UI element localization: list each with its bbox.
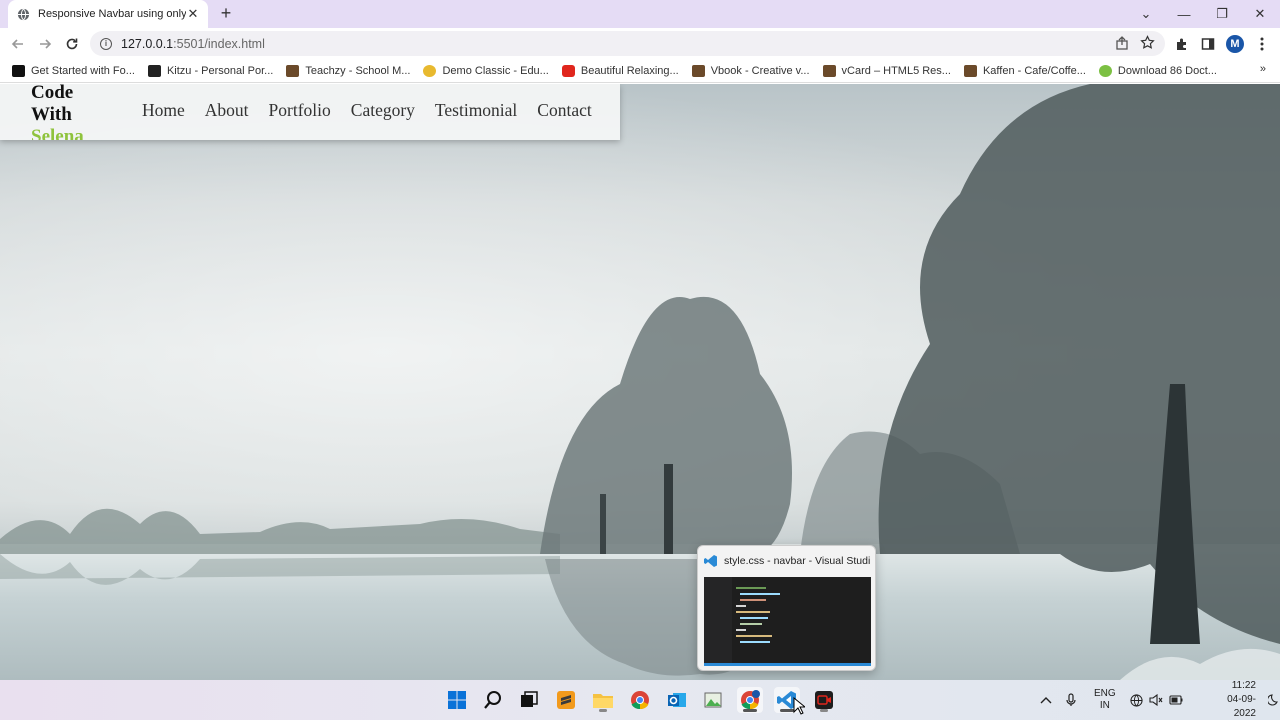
chrome-icon[interactable] [627,687,653,713]
date: 04-09-2022 [1227,694,1256,719]
do-not-disturb-icon[interactable] [1268,694,1280,706]
bookmark-item[interactable]: Demo Classic - Edu... [423,64,549,77]
share-icon[interactable] [1115,36,1129,53]
file-explorer-icon[interactable] [590,687,616,713]
more-bookmarks-button[interactable]: » [1260,63,1266,75]
leaf-icon [1098,64,1112,77]
winter-landscape-image [0,84,1280,680]
preview-thumbnail [704,577,871,666]
nav-portfolio-link[interactable]: Portfolio [269,100,331,121]
address-bar[interactable]: i 127.0.0.1:5501/index.html [90,31,1165,56]
nav-home-link[interactable]: Home [142,100,185,121]
microphone-icon[interactable] [1066,693,1076,707]
bookmarks-bar: Get Started with Fo... Kitzu - Personal … [0,59,1280,83]
minimize-button[interactable]: — [1165,0,1203,28]
vscode-icon [704,554,718,568]
reload-icon[interactable] [60,32,84,56]
task-view-icon[interactable] [516,687,542,713]
screen-recorder-icon[interactable] [811,687,837,713]
mouse-cursor-icon [793,697,805,715]
logo-line-selena: Selena [31,126,84,140]
running-indicator [780,709,794,712]
bookmark-star-icon[interactable] [1140,35,1155,53]
battery-icon[interactable] [1169,695,1183,705]
tab-search-icon[interactable]: ⌄ [1127,0,1165,28]
url-path: :5501/index.html [173,36,265,51]
bookmark-item[interactable]: Download 86 Doct... [1098,64,1217,77]
bookmark-item[interactable]: Vbook - Creative v... [691,64,810,77]
extensions-icon[interactable] [1170,32,1194,56]
url-host: 127.0.0.1 [121,36,174,51]
logo-line-with: With [31,104,72,125]
main-menu: Home About Portfolio Category Testimonia… [142,100,612,121]
menu-kebab-icon[interactable] [1250,32,1274,56]
site-logo[interactable]: Code With Selena [31,84,84,140]
forward-icon[interactable] [33,32,57,56]
bookmark-favicon-icon [12,64,25,77]
windows-taskbar: ENG IN 11:22 04-09-2022 [0,680,1280,720]
system-tray: ENG IN 11:22 04-09-2022 [1040,680,1280,720]
bookmark-favicon-icon [963,64,977,77]
photos-app-icon[interactable] [700,687,726,713]
bookmark-item[interactable]: Teachzy - School M... [286,64,410,77]
bookmark-favicon-icon [691,64,705,77]
bookmark-item[interactable]: Beautiful Relaxing... [561,64,679,77]
bookmark-item[interactable]: vCard – HTML5 Res... [822,64,951,77]
sublime-text-icon[interactable] [553,687,579,713]
bookmark-item[interactable]: Kitzu - Personal Por... [147,64,273,77]
nav-about-link[interactable]: About [205,100,249,121]
outlook-icon[interactable] [664,687,690,713]
back-icon[interactable] [6,32,30,56]
bookmark-item[interactable]: Get Started with Fo... [12,64,135,77]
search-icon[interactable] [480,687,506,713]
browser-toolbar: i 127.0.0.1:5501/index.html M [0,28,1280,59]
site-info-icon[interactable]: i [100,37,112,50]
side-panel-icon[interactable] [1196,32,1220,56]
bookmark-favicon-icon [822,64,836,77]
volume-muted-icon[interactable] [1149,694,1163,706]
bookmark-favicon-icon [286,64,300,77]
nav-category-link[interactable]: Category [351,100,415,121]
bookmark-favicon-icon [423,64,437,77]
browser-tab[interactable]: Responsive Navbar using only ht ✕ [8,0,208,28]
running-indicator [743,709,757,712]
time: 11:22 [1231,680,1256,691]
tab-title: Responsive Navbar using only ht [38,8,186,20]
bookmark-item[interactable]: Kaffen - Cafe/Coffe... [963,64,1086,77]
new-tab-button[interactable]: + [216,3,236,23]
language-indicator[interactable]: ENG IN [1094,688,1116,712]
bookmark-favicon-icon [147,64,161,77]
start-icon[interactable] [444,687,470,713]
maximize-button[interactable]: ❐ [1203,0,1241,28]
page-viewport: Code With Selena Home About Portfolio Ca… [0,84,1280,680]
running-indicator [820,709,828,712]
chrome-profile-icon[interactable] [737,687,763,713]
site-navbar: Code With Selena Home About Portfolio Ca… [0,84,620,140]
clock[interactable]: 11:22 04-09-2022 [1207,679,1256,720]
tab-strip: Responsive Navbar using only ht ✕ + ⌄ — … [0,0,1280,28]
running-indicator [599,709,607,712]
nav-testimonial-link[interactable]: Testimonial [435,100,517,121]
nav-contact-link[interactable]: Contact [537,100,591,121]
preview-title: style.css - navbar - Visual Studi... [704,554,870,568]
close-window-button[interactable]: ✕ [1241,0,1279,28]
logo-line-code: Code [31,84,74,103]
vscode-window-preview[interactable]: style.css - navbar - Visual Studi... [697,545,876,671]
globe-icon [16,7,30,21]
network-globe-icon[interactable] [1130,693,1143,707]
profile-avatar[interactable]: M [1223,32,1247,56]
show-hidden-icons-icon[interactable] [1040,696,1052,704]
youtube-icon [561,64,575,77]
tab-close-icon[interactable]: ✕ [186,6,200,22]
